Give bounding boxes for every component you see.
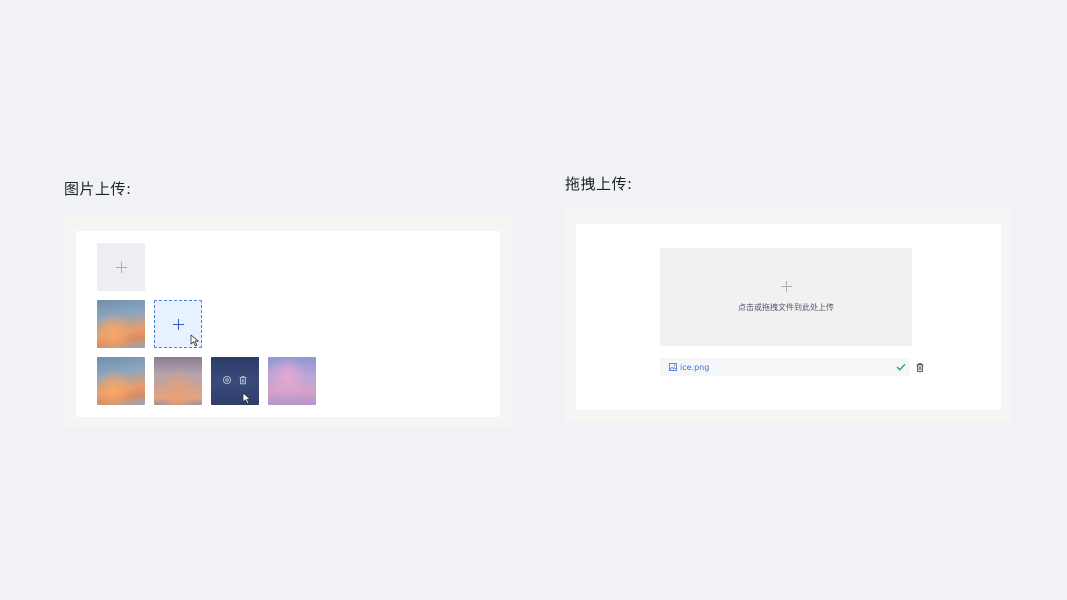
upload-add-button-hover[interactable] xyxy=(154,300,202,348)
drop-hint-text: 点击或拖拽文件到此处上传 xyxy=(738,303,834,312)
drag-drop-area[interactable]: 点击或拖拽文件到此处上传 xyxy=(660,248,912,346)
plus-icon xyxy=(172,318,184,330)
file-name-link[interactable]: ice.png xyxy=(680,363,709,372)
eye-icon[interactable] xyxy=(222,375,232,385)
uploaded-image-thumbnail[interactable] xyxy=(97,300,145,348)
image-upload-title: 图片上传: xyxy=(64,180,132,198)
trash-icon[interactable] xyxy=(916,363,924,372)
uploaded-file-item[interactable]: ice.png xyxy=(660,358,910,376)
uploaded-image-thumbnail[interactable] xyxy=(154,357,202,405)
upload-add-button[interactable] xyxy=(97,243,145,291)
image-upload-panel xyxy=(76,231,500,417)
image-file-icon xyxy=(669,363,677,371)
plus-icon xyxy=(780,281,792,292)
pointer-cursor-icon xyxy=(242,392,251,405)
uploaded-image-thumbnail[interactable] xyxy=(268,357,316,405)
thumbnail-actions xyxy=(211,375,259,387)
plus-icon xyxy=(115,261,127,273)
uploaded-image-thumbnail[interactable] xyxy=(97,357,145,405)
pointer-cursor-icon xyxy=(190,334,199,347)
drag-upload-panel: 点击或拖拽文件到此处上传 ice.png xyxy=(576,224,1001,410)
drag-upload-title: 拖拽上传: xyxy=(565,175,633,193)
uploaded-image-thumbnail-hover[interactable] xyxy=(211,357,259,405)
check-icon xyxy=(896,363,906,371)
trash-icon[interactable] xyxy=(238,375,248,385)
